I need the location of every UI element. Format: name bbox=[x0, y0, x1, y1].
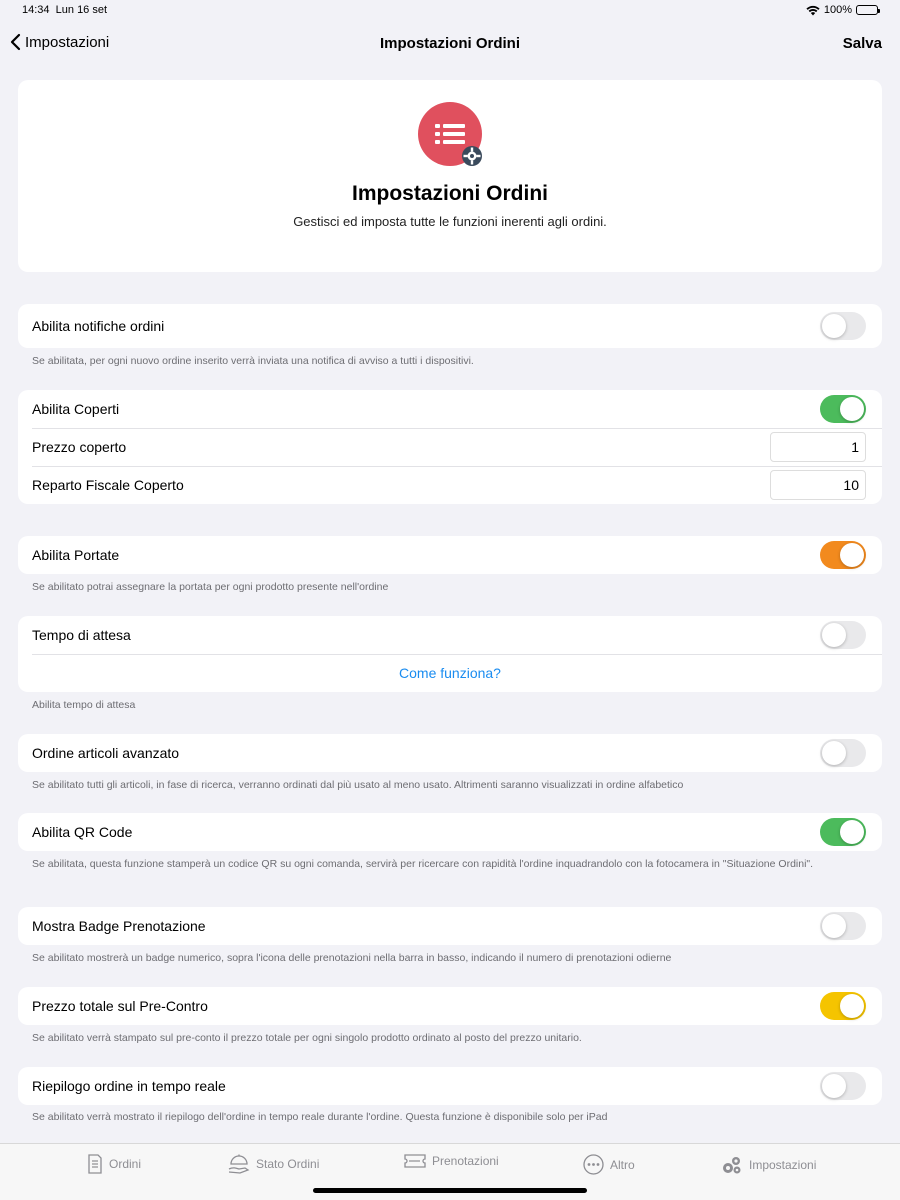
attesa-label: Tempo di attesa bbox=[32, 627, 131, 643]
tab-ordini[interactable]: Ordini bbox=[87, 1154, 141, 1174]
row-precontro: Prezzo totale sul Pre-Contro bbox=[18, 987, 882, 1025]
attesa-toggle[interactable] bbox=[820, 621, 866, 649]
tab-altro[interactable]: Altro bbox=[583, 1154, 635, 1175]
group-coperti: Abilita Coperti Prezzo coperto 1 Reparto… bbox=[18, 390, 882, 504]
row-coperti: Abilita Coperti bbox=[18, 390, 882, 428]
qr-label: Abilita QR Code bbox=[32, 824, 133, 840]
header-subtitle: Gestisci ed imposta tutte le funzioni in… bbox=[293, 214, 607, 229]
row-notifiche: Abilita notifiche ordini bbox=[18, 304, 882, 348]
portate-footnote: Se abilitato potrai assegnare la portata… bbox=[32, 581, 389, 593]
prezzo-coperto-field[interactable]: 1 bbox=[770, 432, 866, 462]
qr-toggle[interactable] bbox=[820, 818, 866, 846]
row-attesa: Tempo di attesa bbox=[18, 616, 882, 654]
tab-impostazioni[interactable]: Impostazioni bbox=[721, 1154, 816, 1176]
attesa-footnote: Abilita tempo di attesa bbox=[32, 699, 136, 711]
gear-icon bbox=[462, 146, 482, 166]
prezzo-coperto-label: Prezzo coperto bbox=[32, 439, 127, 455]
row-reparto-fiscale: Reparto Fiscale Coperto 10 bbox=[18, 466, 882, 504]
coperti-label: Abilita Coperti bbox=[32, 401, 120, 417]
row-portate: Abilita Portate bbox=[18, 536, 882, 574]
precontro-label: Prezzo totale sul Pre-Contro bbox=[32, 998, 208, 1014]
wifi-icon bbox=[806, 5, 820, 15]
serving-hand-icon bbox=[228, 1154, 250, 1174]
riepilogo-label: Riepilogo ordine in tempo reale bbox=[32, 1078, 226, 1094]
portate-toggle[interactable] bbox=[820, 541, 866, 569]
group-attesa: Tempo di attesa Come funziona? bbox=[18, 616, 882, 692]
page-title: Impostazioni Ordini bbox=[379, 35, 520, 52]
ordine-avanzato-label: Ordine articoli avanzato bbox=[32, 745, 180, 761]
status-right: 100% bbox=[806, 4, 880, 16]
notifiche-toggle[interactable] bbox=[820, 312, 866, 340]
qr-footnote: Se abilitata, questa funzione stamperà u… bbox=[32, 858, 814, 870]
group-ordine-avanzato: Ordine articoli avanzato bbox=[18, 734, 882, 772]
row-prezzo-coperto: Prezzo coperto 1 bbox=[18, 428, 882, 466]
tab-impostazioni-label: Impostazioni bbox=[749, 1158, 817, 1172]
group-precontro: Prezzo totale sul Pre-Contro bbox=[18, 987, 882, 1025]
group-notifiche: Abilita notifiche ordini bbox=[18, 304, 882, 348]
document-icon bbox=[88, 1154, 102, 1174]
gears-icon bbox=[723, 1157, 741, 1174]
battery-icon bbox=[856, 5, 880, 15]
precontro-toggle[interactable] bbox=[820, 992, 866, 1020]
ordine-avanzato-footnote: Se abilitato tutti gli articoli, in fase… bbox=[32, 779, 684, 791]
badge-label: Mostra Badge Prenotazione bbox=[32, 918, 206, 934]
tab-altro-label: Altro bbox=[610, 1157, 635, 1172]
status-time-text: 14:34 bbox=[22, 4, 50, 16]
group-qr: Abilita QR Code bbox=[18, 813, 882, 851]
status-date: Lun 16 set bbox=[55, 4, 108, 16]
reparto-fiscale-label: Reparto Fiscale Coperto bbox=[32, 477, 184, 493]
tab-prenotazioni[interactable]: Prenotazioni bbox=[404, 1154, 499, 1168]
tab-ordini-label: Ordini bbox=[109, 1157, 142, 1171]
notifiche-label: Abilita notifiche ordini bbox=[32, 318, 165, 334]
notifiche-footnote: Se abilitata, per ogni nuovo ordine inse… bbox=[32, 355, 474, 367]
row-qr: Abilita QR Code bbox=[18, 813, 882, 851]
tab-stato-ordini-label: Stato Ordini bbox=[256, 1157, 320, 1171]
precontro-footnote: Se abilitato verrà stampato sul pre-cont… bbox=[32, 1032, 582, 1044]
ticket-icon bbox=[404, 1154, 426, 1168]
navigation-bar: Impostazioni Impostazioni Ordini Salva bbox=[0, 26, 900, 60]
group-portate: Abilita Portate bbox=[18, 536, 882, 574]
home-indicator bbox=[313, 1188, 587, 1193]
group-riepilogo: Riepilogo ordine in tempo reale bbox=[18, 1067, 882, 1105]
more-icon bbox=[583, 1154, 604, 1175]
coperti-toggle[interactable] bbox=[820, 395, 866, 423]
ordine-avanzato-toggle[interactable] bbox=[820, 739, 866, 767]
portate-label: Abilita Portate bbox=[32, 547, 120, 563]
header-icon bbox=[418, 102, 482, 166]
status-bar: 14:34 Lun 16 set 100% bbox=[0, 0, 900, 22]
battery-percent: 100% bbox=[823, 4, 852, 16]
tab-prenotazioni-label: Prenotazioni bbox=[432, 1154, 499, 1168]
status-time: 14:34 Lun 16 set bbox=[22, 4, 107, 16]
group-badge: Mostra Badge Prenotazione bbox=[18, 907, 882, 945]
riepilogo-toggle[interactable] bbox=[820, 1072, 866, 1100]
badge-toggle[interactable] bbox=[820, 912, 866, 940]
header-title: Impostazioni Ordini bbox=[351, 182, 548, 205]
header-card: Impostazioni Ordini Gestisci ed imposta … bbox=[18, 80, 882, 272]
reparto-fiscale-field[interactable]: 10 bbox=[770, 470, 866, 500]
riepilogo-footnote: Se abilitato verrà mostrato il riepilogo… bbox=[32, 1111, 608, 1123]
tab-stato-ordini[interactable]: Stato Ordini bbox=[228, 1154, 319, 1174]
row-ordine-avanzato: Ordine articoli avanzato bbox=[18, 734, 882, 772]
badge-footnote: Se abilitato mostrerà un badge numerico,… bbox=[32, 952, 672, 964]
row-riepilogo: Riepilogo ordine in tempo reale bbox=[18, 1067, 882, 1105]
save-button[interactable]: Salva bbox=[843, 35, 882, 52]
come-funziona-link[interactable]: Come funziona? bbox=[18, 654, 882, 692]
row-badge: Mostra Badge Prenotazione bbox=[18, 907, 882, 945]
